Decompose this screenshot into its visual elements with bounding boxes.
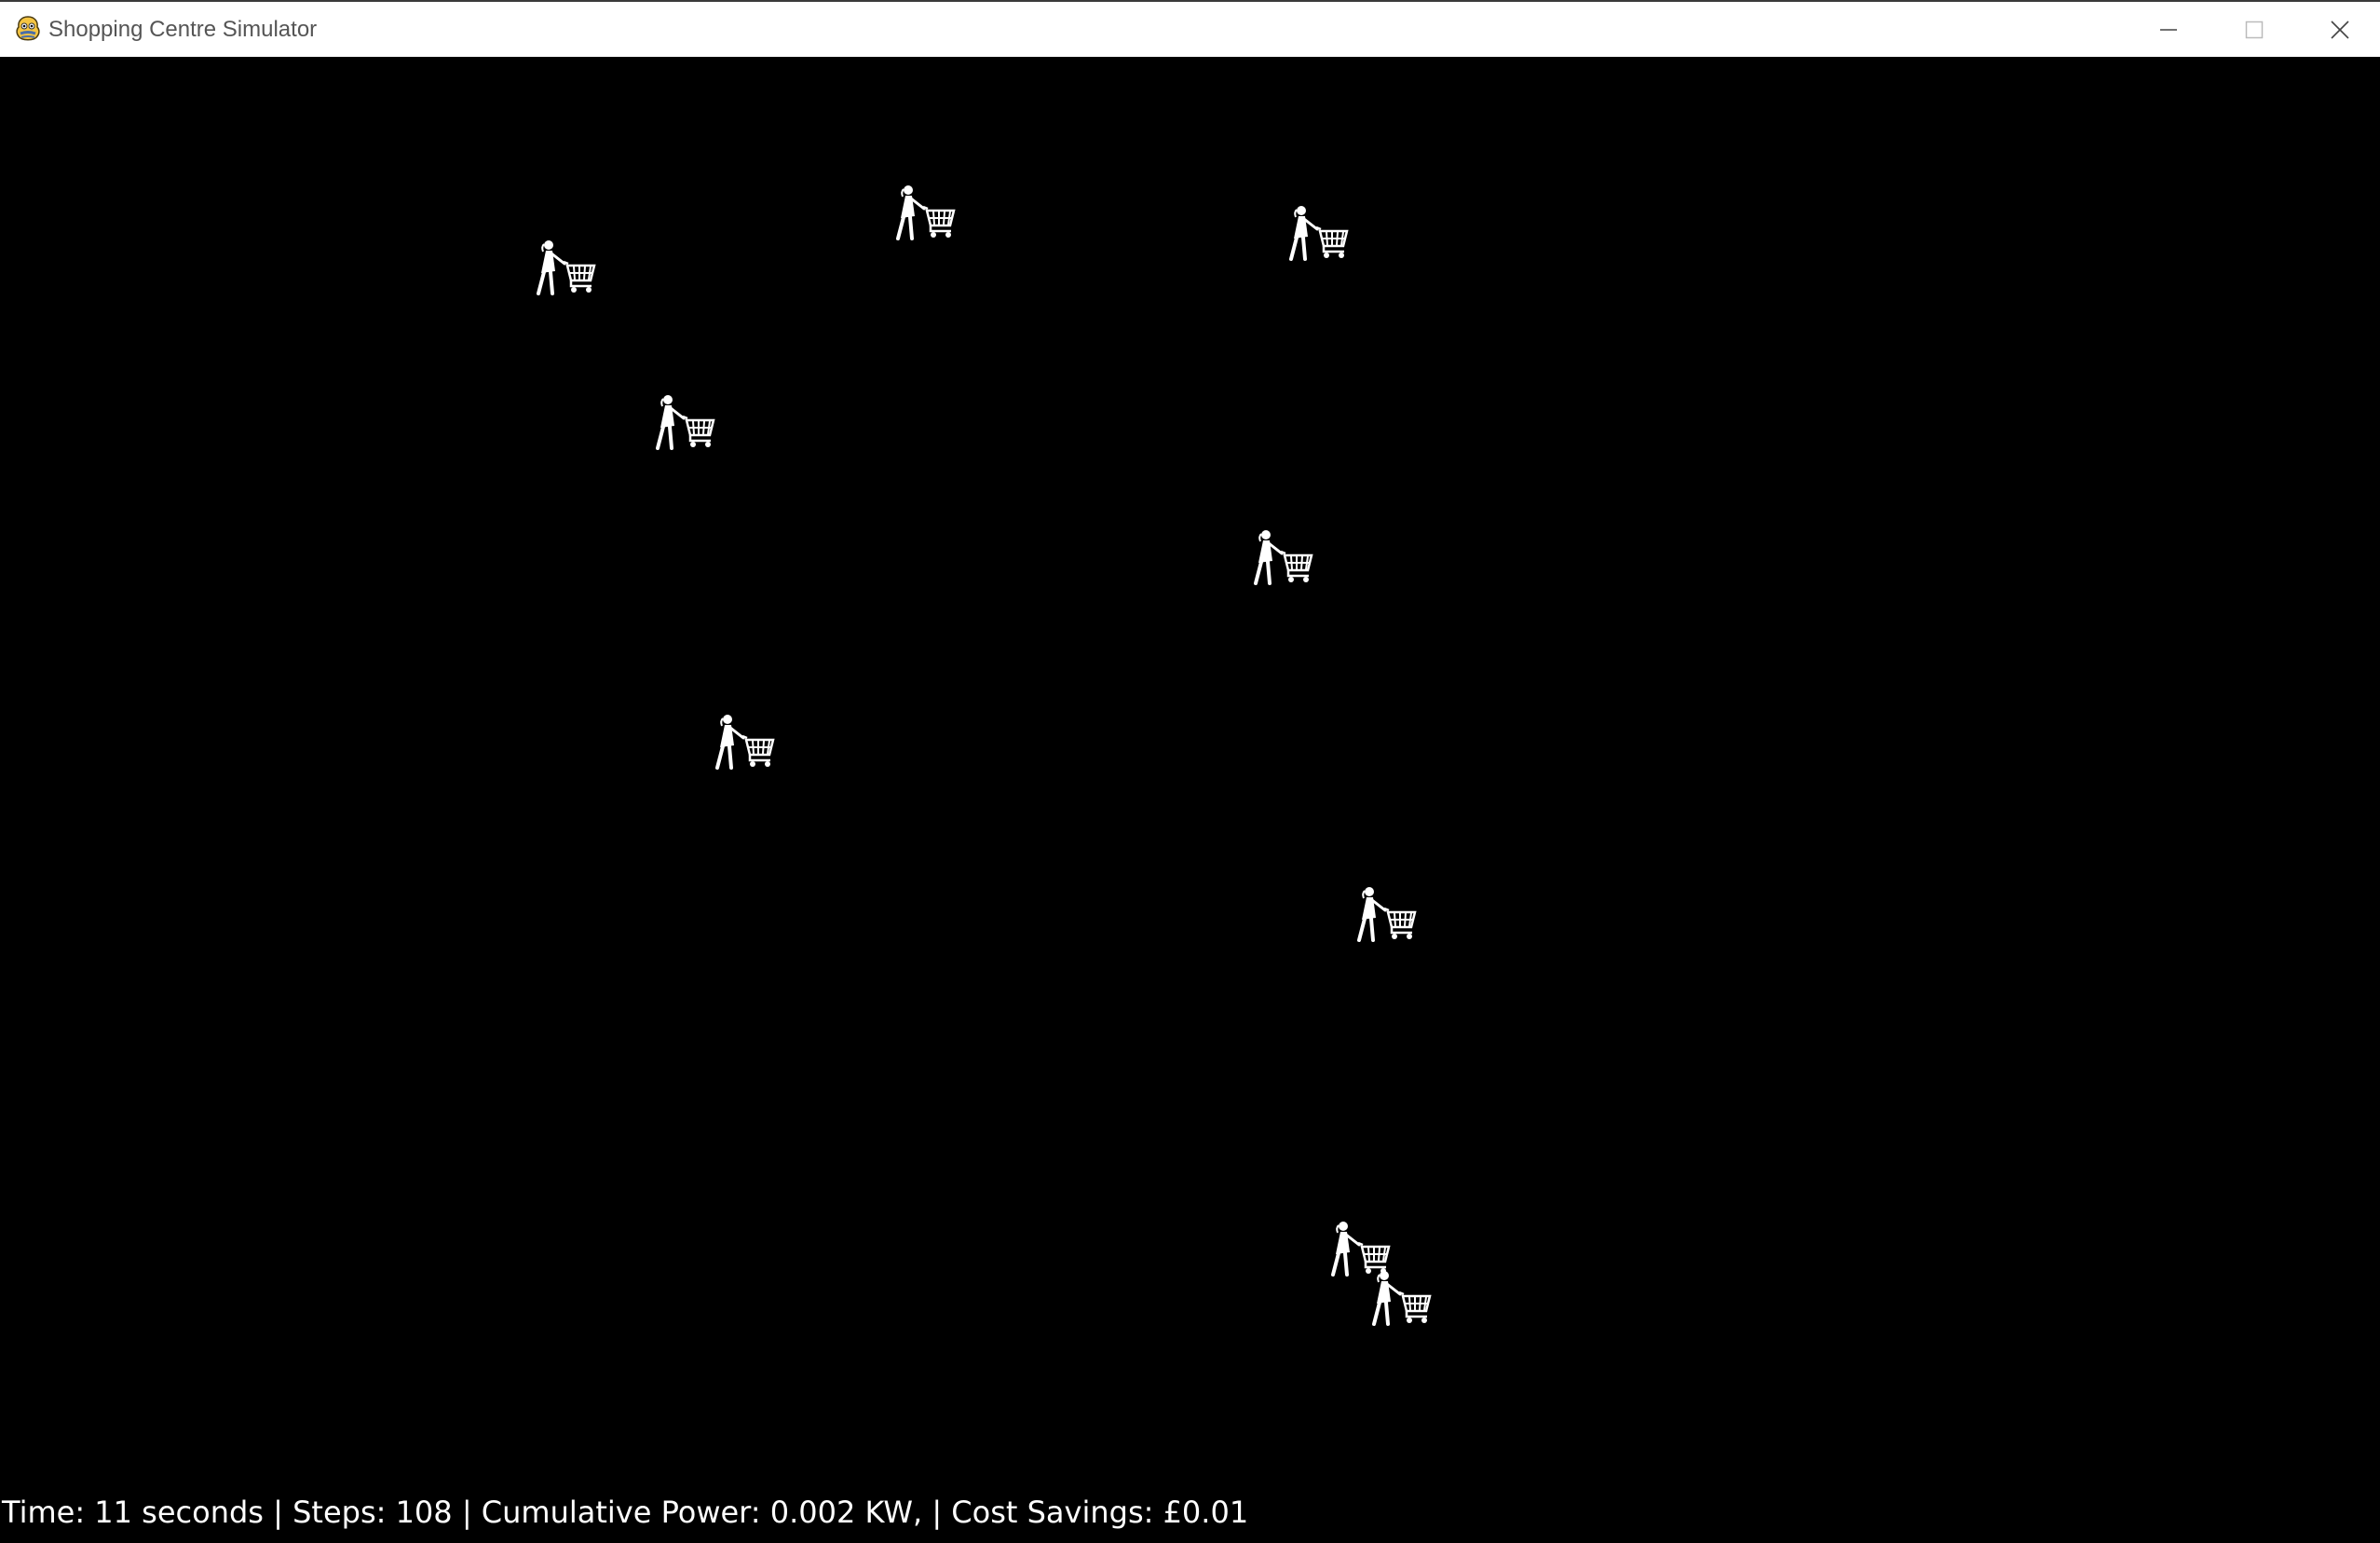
pygame-snake-icon: [16, 16, 40, 41]
time-unit: seconds: [142, 1495, 264, 1530]
close-icon: [2331, 20, 2349, 39]
power-unit: KW,: [864, 1495, 923, 1530]
close-button[interactable]: [2297, 2, 2380, 57]
separator: |: [932, 1495, 943, 1530]
savings-label: Cost Savings:: [951, 1495, 1154, 1530]
minimize-icon: [2160, 28, 2177, 31]
shopper-icon: [652, 394, 715, 454]
time-value: 11: [94, 1495, 132, 1530]
shopper-icon: [1368, 1270, 1432, 1330]
separator: |: [461, 1495, 472, 1530]
status-bar: Time: 11 seconds | Steps: 108 | Cumulati…: [2, 1492, 1248, 1533]
app-window: Shopping Centre Simulator Time: 11 secon…: [0, 0, 2380, 1543]
maximize-icon: [2245, 20, 2264, 38]
window-title: Shopping Centre Simulator: [48, 17, 318, 42]
minimize-button[interactable]: [2126, 2, 2211, 57]
shopper-icon: [1285, 205, 1349, 265]
title-bar[interactable]: Shopping Centre Simulator: [0, 0, 2380, 57]
power-label: Cumulative Power:: [481, 1495, 761, 1530]
power-value: 0.002: [769, 1495, 856, 1530]
maximize-button[interactable]: [2211, 2, 2297, 57]
shopper-icon: [1353, 886, 1417, 946]
shopper-icon: [533, 239, 596, 299]
time-label: Time:: [2, 1495, 86, 1530]
shopper-icon: [892, 184, 956, 244]
shopper-icon: [1250, 529, 1313, 589]
simulation-canvas[interactable]: [0, 57, 2380, 1543]
steps-value: 108: [395, 1495, 453, 1530]
savings-value: £0.01: [1163, 1495, 1249, 1530]
separator: |: [273, 1495, 283, 1530]
steps-label: Steps:: [292, 1495, 387, 1530]
shopper-icon: [712, 714, 775, 773]
